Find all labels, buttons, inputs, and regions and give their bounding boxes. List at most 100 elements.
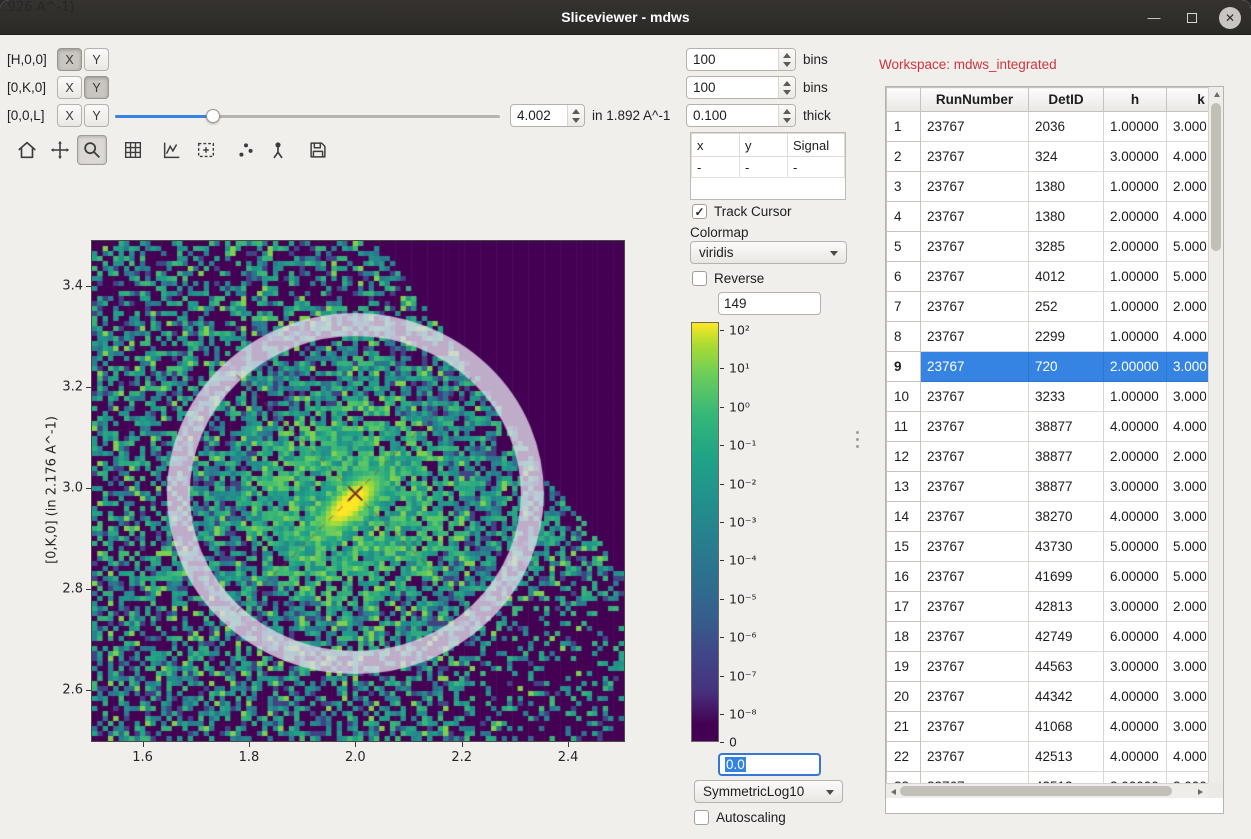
table-cell[interactable]: 5.000 [1167, 232, 1209, 262]
table-row[interactable]: 12376720361.000003.000 [887, 112, 1209, 142]
table-cell[interactable]: 3.000 [1167, 472, 1209, 502]
table-cell[interactable]: 3.000 [1167, 352, 1209, 382]
table-cell[interactable]: 720 [1029, 352, 1104, 382]
slider-handle[interactable] [206, 109, 220, 123]
table-row[interactable]: 62376740121.000005.000 [887, 262, 1209, 292]
table-cell[interactable]: 42813 [1029, 592, 1104, 622]
dim-k-x-button[interactable]: X [57, 76, 82, 99]
table-cell[interactable]: 2299 [1029, 322, 1104, 352]
col-detid[interactable]: DetID [1029, 88, 1104, 112]
table-row[interactable]: 7237672521.000002.000 [887, 292, 1209, 322]
table-row[interactable]: 1623767416996.000005.000 [887, 562, 1209, 592]
table-cell[interactable]: 4.00000 [1104, 742, 1167, 772]
table-cell[interactable]: 23767 [921, 592, 1029, 622]
row-number[interactable]: 16 [887, 562, 921, 592]
scale-dropdown[interactable]: SymmetricLog10 [694, 780, 843, 803]
table-cell[interactable]: 4012 [1029, 262, 1104, 292]
table-cell[interactable]: 23767 [921, 472, 1029, 502]
row-number[interactable]: 11 [887, 412, 921, 442]
table-row[interactable]: 2237673243.000004.000 [887, 142, 1209, 172]
table-row[interactable]: 102376732331.000003.000 [887, 382, 1209, 412]
col-k[interactable]: k [1167, 88, 1209, 112]
table-cell[interactable]: 2.00000 [1104, 232, 1167, 262]
table-cell[interactable]: 23767 [921, 142, 1029, 172]
row-number[interactable]: 1 [887, 112, 921, 142]
table-cell[interactable]: 3233 [1029, 382, 1104, 412]
table-cell[interactable]: 2.00000 [1104, 352, 1167, 382]
row-number[interactable]: 14 [887, 502, 921, 532]
table-row[interactable]: 82376722991.000004.000 [887, 322, 1209, 352]
vertical-scroll-thumb[interactable] [1211, 103, 1221, 251]
table-cell[interactable]: 3.000 [1167, 682, 1209, 712]
table-cell[interactable]: 23767 [921, 172, 1029, 202]
spinner-down-icon[interactable] [783, 118, 791, 123]
dim-l-x-button[interactable]: X [57, 104, 82, 127]
spinner-down-icon[interactable] [572, 118, 580, 123]
table-cell[interactable]: 23767 [921, 532, 1029, 562]
table-cell[interactable]: 1.00000 [1104, 322, 1167, 352]
table-row[interactable]: 32376713801.000002.000 [887, 172, 1209, 202]
colormap-max-field[interactable]: 149 [718, 292, 821, 315]
table-row[interactable]: 1723767428133.000002.000 [887, 592, 1209, 622]
reverse-checkbox[interactable] [692, 271, 707, 286]
table-cell[interactable]: 2036 [1029, 112, 1104, 142]
table-cell[interactable]: 23767 [921, 652, 1029, 682]
dim-k-y-button[interactable]: Y [84, 76, 109, 99]
scroll-right-button[interactable] [1193, 784, 1208, 799]
table-cell[interactable]: 38877 [1029, 442, 1104, 472]
table-cell[interactable]: 23767 [921, 502, 1029, 532]
col-runnumber[interactable]: RunNumber [921, 88, 1029, 112]
table-cell[interactable]: 2.00000 [1104, 442, 1167, 472]
home-button[interactable] [12, 135, 42, 165]
table-cell[interactable]: 23767 [921, 352, 1029, 382]
y-bins-spinbox[interactable]: 100 [686, 76, 796, 99]
dim-l-y-button[interactable]: Y [84, 104, 109, 127]
row-number[interactable]: 21 [887, 712, 921, 742]
table-cell[interactable]: 23767 [921, 232, 1029, 262]
minimize-button[interactable]: — [1143, 7, 1165, 29]
vertical-scrollbar[interactable] [1208, 87, 1223, 798]
row-number[interactable]: 2 [887, 142, 921, 172]
table-cell[interactable]: 23767 [921, 202, 1029, 232]
table-row[interactable]: 2123767410684.000003.000 [887, 712, 1209, 742]
colormap-min-field[interactable]: 0.0 [718, 753, 821, 776]
row-number[interactable]: 18 [887, 622, 921, 652]
row-number[interactable]: 5 [887, 232, 921, 262]
scroll-up-button[interactable] [1209, 87, 1224, 102]
table-cell[interactable]: 4.00000 [1104, 502, 1167, 532]
table-row[interactable]: 1223767388772.000002.000 [887, 442, 1209, 472]
table-row[interactable]: 2223767425134.000004.000 [887, 742, 1209, 772]
non-orthogonal-button[interactable] [231, 135, 261, 165]
thickness-spinbox[interactable]: 0.100 [686, 104, 796, 127]
row-number-header[interactable] [887, 88, 921, 112]
table-cell[interactable]: 4.00000 [1104, 712, 1167, 742]
row-number[interactable]: 8 [887, 322, 921, 352]
table-cell[interactable]: 4.000 [1167, 202, 1209, 232]
row-number[interactable]: 3 [887, 172, 921, 202]
table-cell[interactable]: 3285 [1029, 232, 1104, 262]
table-row[interactable]: 1423767382704.000003.000 [887, 502, 1209, 532]
table-cell[interactable]: 4.000 [1167, 142, 1209, 172]
table-cell[interactable]: 23767 [921, 742, 1029, 772]
scroll-left-button[interactable] [886, 784, 901, 799]
table-cell[interactable]: 6.00000 [1104, 622, 1167, 652]
table-cell[interactable]: 4.000 [1167, 322, 1209, 352]
table-cell[interactable]: 44563 [1029, 652, 1104, 682]
table-cell[interactable]: 4.000 [1167, 412, 1209, 442]
table-cell[interactable]: 23767 [921, 682, 1029, 712]
dim-h-y-button[interactable]: Y [84, 48, 109, 71]
table-cell[interactable]: 23767 [921, 562, 1029, 592]
table-cell[interactable]: 3.000 [1167, 382, 1209, 412]
row-number[interactable]: 19 [887, 652, 921, 682]
table-cell[interactable]: 1.00000 [1104, 262, 1167, 292]
table-row[interactable]: 42376713802.000004.000 [887, 202, 1209, 232]
peaks-overlay-button[interactable] [263, 135, 293, 165]
dim-h-x-button[interactable]: X [57, 48, 82, 71]
table-cell[interactable]: 38877 [1029, 412, 1104, 442]
row-number[interactable]: 9 [887, 352, 921, 382]
table-cell[interactable]: 2.000 [1167, 292, 1209, 322]
table-cell[interactable]: 1.00000 [1104, 112, 1167, 142]
spinner-up-icon[interactable] [783, 53, 791, 58]
table-cell[interactable]: 5.000 [1167, 262, 1209, 292]
row-number[interactable]: 7 [887, 292, 921, 322]
